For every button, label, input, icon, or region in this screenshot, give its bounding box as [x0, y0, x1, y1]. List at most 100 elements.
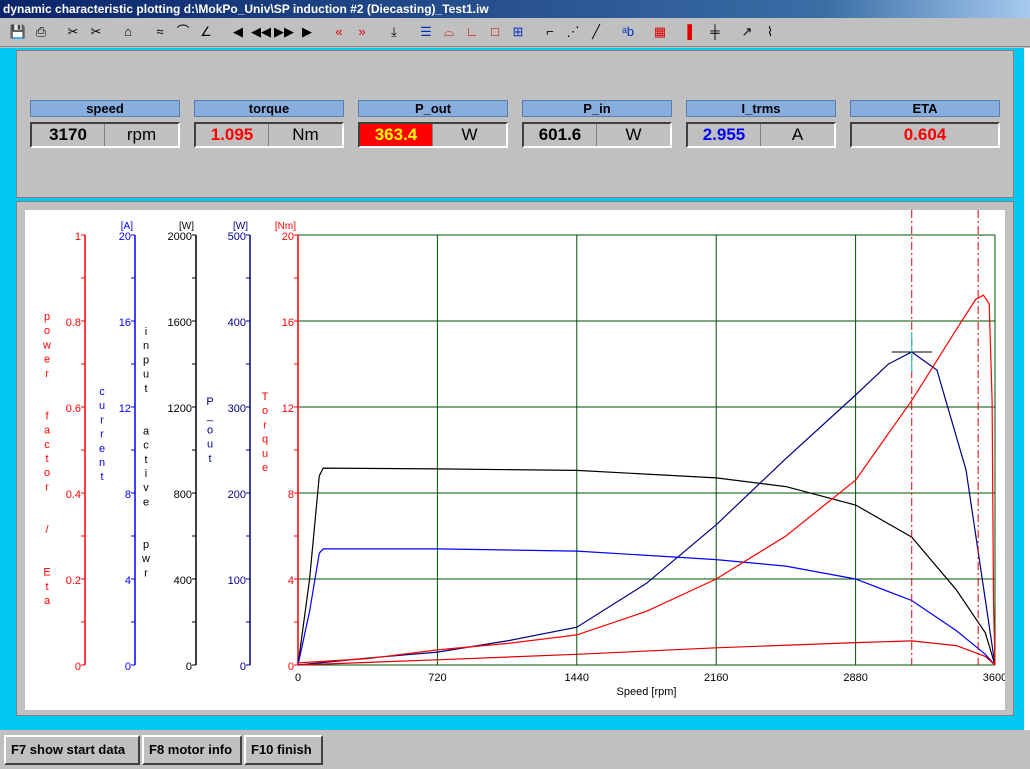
meter-value: 363.4 — [360, 124, 433, 146]
legend-icon[interactable]: ☰ — [416, 21, 436, 43]
y-tick-label: 0.2 — [66, 575, 81, 587]
y-tick-label: 4 — [288, 575, 294, 587]
meter-unit: Nm — [292, 125, 319, 144]
y-tick-label: 20 — [282, 231, 294, 243]
y-tick-label: 0.4 — [66, 489, 81, 501]
curve-b-icon[interactable]: ⌒ — [173, 21, 193, 43]
y-tick-label: 200 — [228, 489, 246, 501]
meter-label: P_in — [522, 100, 672, 117]
grid-icon[interactable]: ⊞ — [508, 21, 528, 43]
y-tick-label: 12 — [282, 403, 294, 415]
meter-p_in: P_in 601.6 W — [522, 100, 672, 148]
clear-icon[interactable]: ⌂ — [118, 21, 138, 43]
print-icon[interactable]: ⎙ — [31, 21, 51, 43]
y-axis-unit: [Nm] — [275, 221, 296, 232]
y-tick-label: 0 — [240, 661, 246, 673]
readout-panel: speed 3170 rpm torque 1.095 Nm P_out 363.4 W P_in… — [16, 50, 1014, 198]
y-axis-label: current — [99, 386, 105, 483]
y-tick-label: 20 — [119, 231, 131, 243]
series-line-0 — [297, 467, 996, 666]
label-abc-icon[interactable]: ᵃb — [618, 21, 638, 43]
title-bar: dynamic characteristic plotting d:\MokPo… — [0, 0, 1030, 18]
meter-value-box: 1.095 Nm — [194, 122, 344, 148]
x-axis-label: Speed [rpm] — [617, 686, 677, 698]
dots-icon[interactable]: ⋰ — [563, 21, 583, 43]
scale-icon[interactable]: ⌓ — [439, 21, 459, 43]
y-tick-label: 400 — [228, 317, 246, 329]
x-tick-label: 720 — [428, 672, 446, 684]
marker-left-icon[interactable]: « — [329, 21, 349, 43]
y-tick-label: 0 — [288, 661, 294, 673]
next-icon[interactable]: ▶▶ — [274, 21, 294, 43]
y-tick-label: 400 — [174, 575, 192, 587]
x-tick-label: 2880 — [843, 672, 867, 684]
bitmap-icon[interactable]: ▦ — [650, 21, 670, 43]
meter-value: 1.095 — [196, 124, 269, 146]
series-line-2 — [297, 351, 996, 666]
y-tick-label: 2000 — [168, 231, 192, 243]
line-icon[interactable]: ⌐ — [540, 21, 560, 43]
y-tick-label: 0.6 — [66, 403, 81, 415]
series-line-4 — [297, 640, 996, 666]
meter-label: speed — [30, 100, 180, 117]
prev-icon[interactable]: ◀◀ — [251, 21, 271, 43]
meter-label: ETA — [850, 100, 1000, 117]
y-axis-unit: [W] — [179, 221, 194, 232]
finish-button[interactable]: F10 finish — [244, 735, 323, 765]
y-tick-label: 12 — [119, 403, 131, 415]
red-bar-icon[interactable]: ▌ — [682, 21, 702, 43]
y-tick-label: 0 — [125, 661, 131, 673]
y-tick-label: 8 — [288, 489, 294, 501]
cursor-icon[interactable]: ⤓ — [384, 21, 404, 43]
axis-box-icon[interactable]: □ — [485, 21, 505, 43]
meter-value-box: 363.4 W — [358, 122, 508, 148]
first-icon[interactable]: ◀ — [228, 21, 248, 43]
x-tick-label: 1440 — [565, 672, 589, 684]
meter-speed: speed 3170 rpm — [30, 100, 180, 148]
y-tick-label: 1200 — [168, 403, 192, 415]
cut-right-icon[interactable]: ✂ — [86, 21, 106, 43]
y-tick-label: 0 — [186, 661, 192, 673]
meter-value-box: 601.6 W — [522, 122, 672, 148]
curve-a-icon[interactable]: ≈ — [150, 21, 170, 43]
meter-label: P_out — [358, 100, 508, 117]
meter-value: 0.604 — [852, 124, 998, 146]
meter-i_trms: I_trms 2.955 A — [686, 100, 836, 148]
y-tick-label: 1 — [75, 231, 81, 243]
meter-value-box: 2.955 A — [686, 122, 836, 148]
double-bar-icon[interactable]: ╪ — [705, 21, 725, 43]
toolbar: 💾 ⎙ ✂ ✂ ⌂ ≈ ⌒ ∠ ◀ ◀◀ ▶▶ ▶ «» ⤓ ☰ ⌓ ∟ □ ⊞ ⌐ ⋰ ╱ ᵃb ▦ ▌ ╪ ↗ ⌇ — [0, 18, 1030, 47]
save-icon[interactable]: 💾 — [8, 21, 28, 43]
diagonal-icon[interactable]: ╱ — [586, 21, 606, 43]
axis-l-icon[interactable]: ∟ — [462, 21, 482, 43]
meter-value-box: 0.604 — [850, 122, 1000, 148]
curve-c-icon[interactable]: ∠ — [196, 21, 216, 43]
y-tick-label: 4 — [125, 575, 131, 587]
show-start-data-button[interactable]: F7 show start data — [4, 735, 140, 765]
right-panel-edge — [1024, 48, 1030, 730]
meter-label: I_trms — [686, 100, 836, 117]
last-icon[interactable]: ▶ — [297, 21, 317, 43]
y-tick-label: 800 — [174, 489, 192, 501]
load-icon[interactable]: ↗ — [737, 21, 757, 43]
multi-curve-icon[interactable]: ⌇ — [760, 21, 780, 43]
y-tick-label: 16 — [282, 317, 294, 329]
y-axis-label: input active pwr — [141, 326, 150, 579]
y-tick-label: 1600 — [168, 317, 192, 329]
y-tick-label: 0.8 — [66, 317, 81, 329]
meter-value: 2.955 — [688, 124, 761, 146]
series-line-1 — [297, 548, 996, 666]
y-tick-label: 8 — [125, 489, 131, 501]
characteristic-chart: 0 720 1440 2160 2880 3600 Speed [rpm] 0 0.2 0.4 0.… — [25, 210, 1007, 710]
y-tick-label: 100 — [228, 575, 246, 587]
meter-unit: rpm — [126, 125, 157, 144]
meter-unit: W — [625, 125, 642, 144]
cut-left-icon[interactable]: ✂ — [63, 21, 83, 43]
y-tick-label: 0 — [75, 661, 81, 673]
motor-info-button[interactable]: F8 motor info — [142, 735, 242, 765]
x-tick-label: 2160 — [704, 672, 728, 684]
series-line-3 — [297, 294, 996, 666]
marker-right-icon[interactable]: » — [352, 21, 372, 43]
meter-eta: ETA 0.604 — [850, 100, 1000, 148]
meter-value-box: 3170 rpm — [30, 122, 180, 148]
